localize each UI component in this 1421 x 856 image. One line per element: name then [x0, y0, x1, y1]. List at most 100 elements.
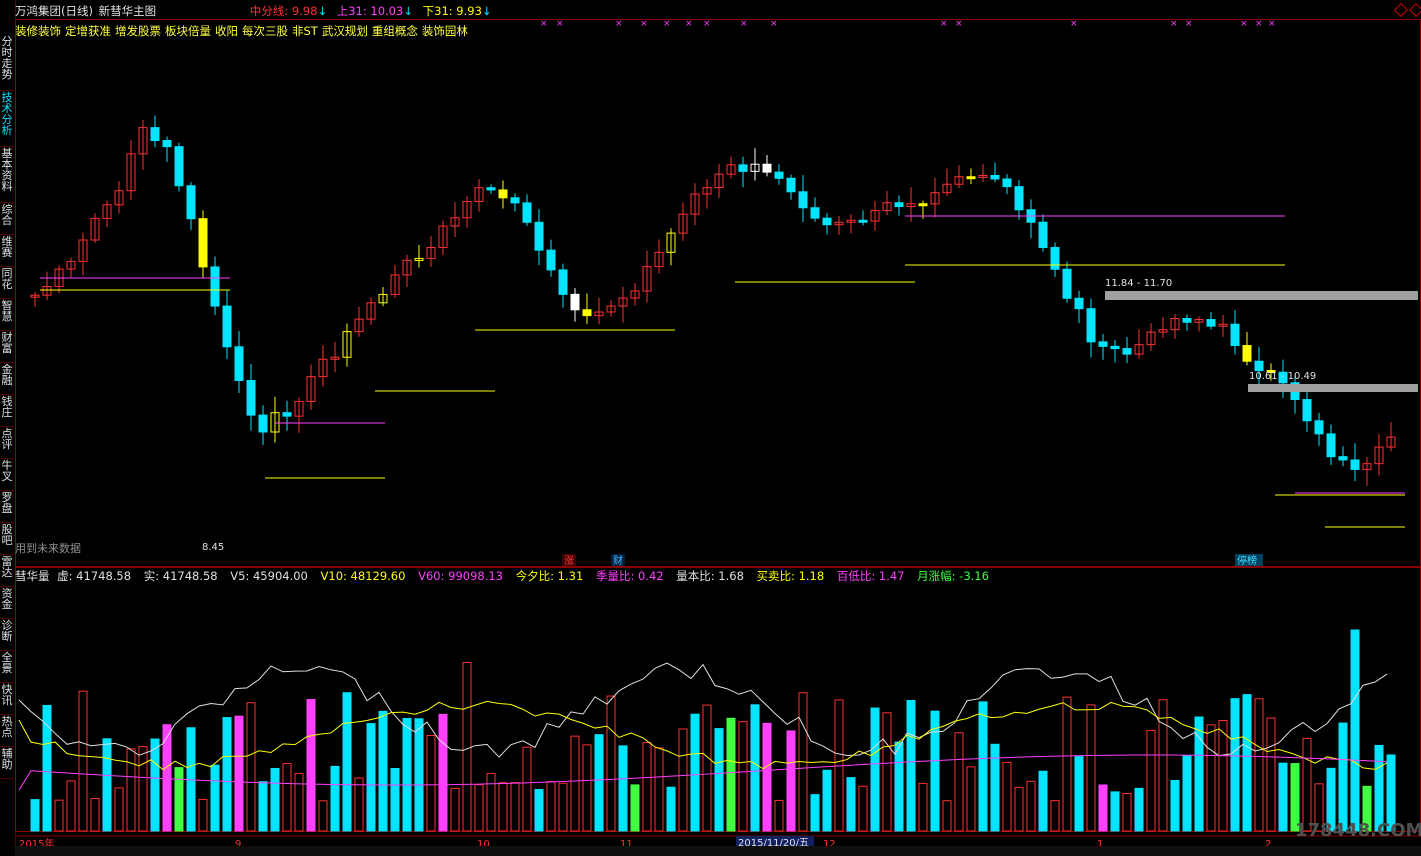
candle-body [1350, 459, 1360, 470]
v5-value: V5: 45904.00 [230, 569, 308, 583]
volume-bar [126, 748, 136, 832]
signal-marker: × [1255, 19, 1263, 29]
volume-bar [618, 745, 628, 832]
candle-body [150, 127, 160, 142]
volume-bar [594, 734, 604, 832]
sidebar-tab[interactable]: 钱庄 [0, 396, 14, 427]
sidebar-tab[interactable]: 股吧 [0, 524, 14, 555]
volume-bar [570, 735, 580, 832]
sidebar-tab[interactable]: 全景 [0, 652, 14, 683]
volume-bar [402, 717, 412, 832]
volume-bar [786, 730, 796, 832]
volume-bar [378, 710, 388, 832]
candle-body [498, 189, 508, 199]
sidebar-tab[interactable]: 金融 [0, 364, 14, 395]
volume-bar [1182, 755, 1192, 832]
sidebar-tab[interactable]: 维赛 [0, 236, 14, 267]
sidebar-tab[interactable]: 分时走势 [0, 36, 14, 91]
candle-body [1062, 268, 1072, 299]
volume-bar [438, 713, 448, 832]
trade-ratio: 买卖比: 1.18 [756, 569, 825, 583]
sidebar-tab[interactable]: 辅助 [0, 748, 14, 779]
volume-bar [354, 777, 364, 832]
volume-bar [1098, 784, 1108, 832]
candle-body [1110, 345, 1120, 350]
sidebar-tab[interactable]: 雷达 [0, 556, 14, 587]
bottom-toolbar[interactable] [15, 846, 1421, 856]
watermark: 178448.COM [1295, 820, 1421, 841]
sidebar-tab[interactable]: 热点 [0, 716, 14, 747]
candle-body [162, 140, 172, 148]
volume-bar [726, 717, 736, 832]
volume-bar [78, 690, 88, 832]
volume-bar [1062, 696, 1072, 832]
volume-bar [1218, 720, 1228, 832]
volume-bar [1050, 800, 1060, 832]
signal-marker: × [770, 19, 778, 29]
sidebar-tab[interactable]: 技术分析 [0, 92, 14, 147]
volume-bar [630, 784, 640, 832]
volume-bar [978, 701, 988, 832]
sidebar-tab[interactable]: 诊断 [0, 620, 14, 651]
volume-bar [654, 747, 664, 832]
volume-bar [90, 797, 100, 832]
volume-bar [114, 787, 124, 832]
sidebar-tab[interactable]: 快讯 [0, 684, 14, 715]
volume-bar [534, 788, 544, 832]
signal-marker: × [663, 19, 671, 29]
signal-marker: × [1240, 19, 1248, 29]
volume-indicator-name[interactable]: 彗华量 [15, 569, 50, 583]
volume-bar [66, 780, 76, 832]
sidebar-tab[interactable]: 罗盘 [0, 492, 14, 523]
signal-marker: × [556, 19, 564, 29]
volume-bar [642, 742, 652, 832]
candle-body [522, 202, 532, 223]
volume-bar [894, 741, 904, 832]
volume-bar [54, 799, 64, 832]
candle-body [822, 217, 832, 226]
sidebar-tab[interactable]: 财富 [0, 332, 14, 363]
month-change: 月涨幅: -3.16 [917, 569, 989, 583]
real-volume: 实: 41748.58 [143, 569, 218, 583]
volume-bar [1374, 744, 1384, 832]
sidebar-tab[interactable]: 综合 [0, 204, 14, 235]
candle-body [1038, 221, 1048, 249]
sidebar-tab[interactable]: 资金 [0, 588, 14, 619]
volume-bar [522, 746, 532, 832]
signal-marker: × [940, 19, 948, 29]
volume-bar [1086, 704, 1096, 832]
sidebar-tab[interactable]: 牛叉 [0, 460, 14, 491]
volume-bar [750, 704, 760, 832]
candle-body [774, 171, 784, 179]
volume-bar [342, 692, 352, 832]
volume-bar [858, 785, 868, 832]
sidebar-tab[interactable]: 基本资料 [0, 148, 14, 203]
high-low-ratio: 百低比: 1.47 [836, 569, 905, 583]
candle-body [258, 414, 268, 433]
candle-body [1182, 318, 1192, 323]
sidebar-tab[interactable]: 同花 [0, 268, 14, 299]
candle-body [510, 197, 520, 204]
volume-bar [414, 718, 424, 832]
volume-bar [390, 768, 400, 832]
left-vertical-tab-bar: 分时走势 技术分析 基本资料 综合 维赛 同花 智慧 财富 金融 钱庄 点评 牛叉 罗盘 股吧 雷达 资金 诊断… [0, 0, 16, 856]
candle-body [174, 146, 184, 187]
volume-bar [762, 722, 772, 832]
volume-bar [774, 799, 784, 832]
candle-body [1122, 348, 1132, 355]
volume-bar [258, 781, 268, 832]
kline-chart-svg: × × × × × × × × × × × × × × × × × 11.84 - 11.70 10.61 - 10… [15, 19, 1421, 850]
candle-body [246, 379, 256, 416]
sidebar-tab[interactable]: 点评 [0, 428, 14, 459]
volume-bar [738, 721, 748, 832]
volume-bar [1302, 737, 1312, 832]
badge-cai: 财 [613, 554, 623, 567]
volume-bar [306, 699, 316, 832]
candle-body [1206, 319, 1216, 327]
volume-bar [882, 712, 892, 832]
volume-bar [1230, 698, 1240, 832]
sidebar-tab[interactable]: 智慧 [0, 300, 14, 331]
volume-bar [174, 767, 184, 832]
candle-body [186, 185, 196, 220]
low-price-marker: 8.45 [202, 542, 224, 553]
